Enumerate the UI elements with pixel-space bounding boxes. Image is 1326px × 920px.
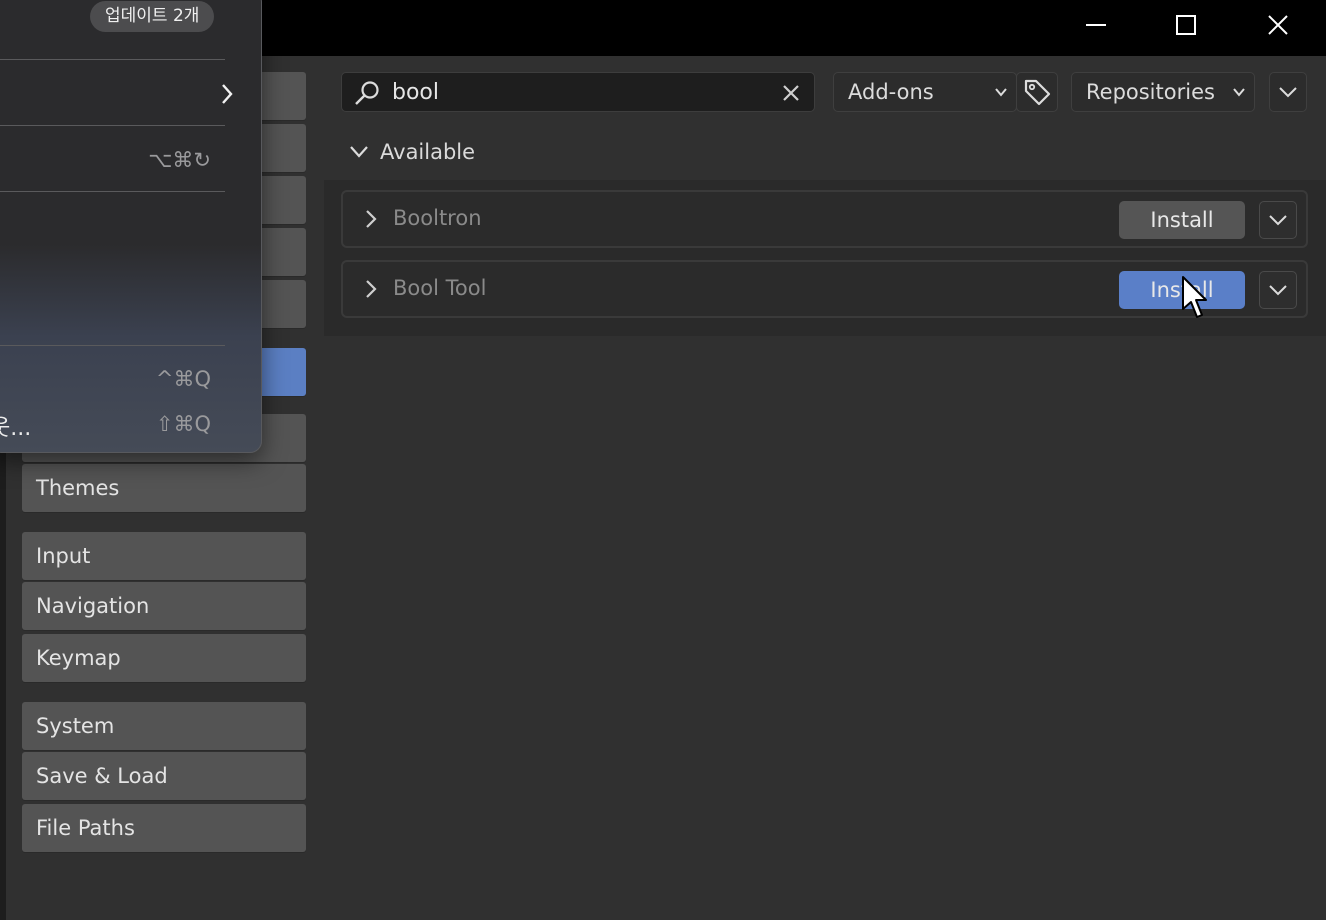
clear-search-icon[interactable] <box>781 83 801 103</box>
type-filter-dropdown[interactable]: Add-ons <box>833 72 1017 112</box>
chevron-right-icon <box>222 84 233 104</box>
sidebar-item-input[interactable]: Input <box>22 532 306 580</box>
app-menu: 업데이트 2개 ⌥⌘↻ ^⌘Q 웃... ⇧⌘Q <box>0 0 262 453</box>
extension-name: Booltron <box>393 206 482 230</box>
close-button[interactable] <box>1233 0 1323 50</box>
menu-separator <box>0 345 225 346</box>
repositories-label: Repositories <box>1086 80 1215 104</box>
extension-row: Bool Tool Install <box>341 260 1308 318</box>
sidebar-item-themes[interactable]: Themes <box>22 464 306 512</box>
keyboard-shortcut: ⌥⌘↻ <box>148 148 211 172</box>
extension-menu-button[interactable] <box>1259 271 1297 309</box>
maximize-icon <box>1176 15 1196 35</box>
sidebar-item-keymap[interactable]: Keymap <box>22 634 306 682</box>
type-filter-label: Add-ons <box>848 80 934 104</box>
available-section-toggle[interactable]: Available <box>348 136 475 168</box>
chevron-right-icon[interactable] <box>363 279 379 299</box>
chevron-right-icon[interactable] <box>363 209 379 229</box>
menu-item-3[interactable]: ^⌘Q <box>0 359 241 399</box>
search-input[interactable] <box>392 77 772 107</box>
chevron-down-icon <box>995 88 1007 97</box>
menu-separator <box>0 125 225 126</box>
extension-name: Bool Tool <box>393 276 487 300</box>
mouse-pointer-icon <box>1182 276 1207 318</box>
chevron-down-icon <box>1233 88 1245 97</box>
menu-separator <box>0 191 225 192</box>
options-menu-button[interactable] <box>1269 72 1307 112</box>
install-button[interactable]: Install <box>1119 201 1245 239</box>
menu-separator <box>0 59 225 60</box>
sidebar-item-file-paths[interactable]: File Paths <box>22 804 306 852</box>
repositories-dropdown[interactable]: Repositories <box>1071 72 1255 112</box>
chevron-down-icon <box>1279 87 1297 98</box>
chevron-down-icon <box>1269 215 1287 226</box>
keyboard-shortcut: ⇧⌘Q <box>155 412 211 436</box>
updates-badge[interactable]: 업데이트 2개 <box>90 1 215 32</box>
minimize-button[interactable] <box>1051 0 1141 50</box>
chevron-down-icon <box>350 146 368 158</box>
tag-icon <box>1024 79 1051 106</box>
minimize-icon <box>1086 24 1106 26</box>
menu-item-2[interactable]: ⌥⌘↻ <box>0 140 241 180</box>
menu-item-submenu[interactable] <box>0 73 241 113</box>
extension-row: Booltron Install <box>341 190 1308 248</box>
search-field[interactable] <box>341 72 815 112</box>
close-icon <box>1268 15 1288 35</box>
chevron-down-icon <box>1269 285 1287 296</box>
menu-item-label: 웃... <box>0 416 32 441</box>
sidebar-item-system[interactable]: System <box>22 702 306 750</box>
maximize-button[interactable] <box>1141 0 1231 50</box>
section-title: Available <box>380 140 476 164</box>
extension-menu-button[interactable] <box>1259 201 1297 239</box>
search-icon <box>355 81 379 105</box>
keyboard-shortcut: ^⌘Q <box>155 367 211 391</box>
sidebar-item-save-load[interactable]: Save & Load <box>22 752 306 800</box>
sidebar-item-navigation[interactable]: Navigation <box>22 582 306 630</box>
tag-filter-button[interactable] <box>1016 72 1058 112</box>
menu-item-4[interactable]: 웃... ⇧⌘Q <box>0 404 241 444</box>
